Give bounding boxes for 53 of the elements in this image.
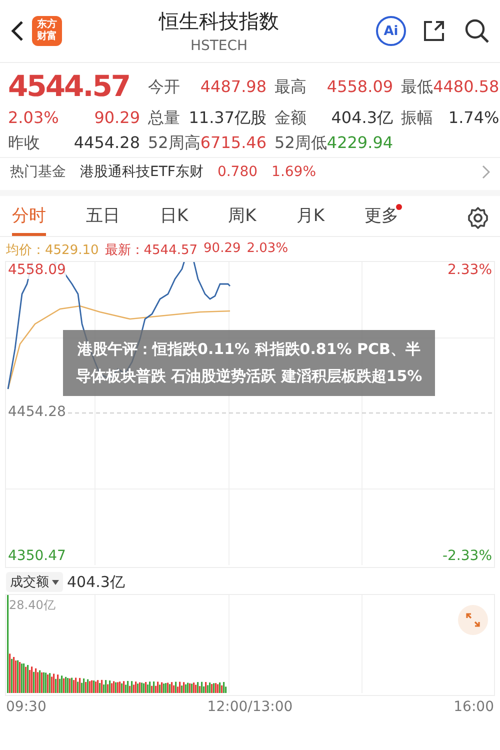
chart-tab[interactable]: 月K <box>296 200 324 236</box>
chart-tab[interactable]: 五日 <box>86 200 120 236</box>
change-percent: 2.03% <box>8 107 59 128</box>
stat-label: 金额 <box>274 107 307 128</box>
stat-label: 52周低 <box>274 132 327 153</box>
fund-label: 热门基金 <box>10 163 66 181</box>
chart-tab[interactable]: 周K <box>228 200 256 236</box>
stat-value: 1.74% <box>448 107 500 128</box>
stat-value: 4558.09 <box>326 76 394 96</box>
prev-close-label: 昨收 <box>8 132 40 153</box>
chart-tab[interactable]: 分时 <box>12 200 46 236</box>
stat-value: 404.3亿 <box>331 107 394 128</box>
index-code: HSTECH <box>190 38 248 54</box>
change-value: 90.29 <box>94 107 140 128</box>
settings-icon[interactable] <box>466 206 490 230</box>
back-icon[interactable] <box>10 20 24 42</box>
volume-selector[interactable]: 成交额 <box>6 572 63 592</box>
app-logo: 东方财富 <box>32 16 62 46</box>
stat-value: 4487.98 <box>200 76 267 96</box>
fund-name[interactable]: 港股通科技ETF东财 <box>80 163 204 181</box>
prev-close-value: 4454.28 <box>74 132 140 153</box>
index-title: 恒生科技指数 <box>159 8 279 35</box>
stat-value: 6715.46 <box>200 132 267 153</box>
search-icon[interactable] <box>464 18 490 44</box>
stat-label: 52周高 <box>148 132 200 153</box>
stat-label: 总量 <box>148 107 180 128</box>
average-price: 均价：4529.10 <box>6 242 99 259</box>
stat-value: 4480.58 <box>433 76 500 96</box>
stat-label: 振幅 <box>401 107 434 128</box>
axis-label: 28.40亿 <box>9 597 56 614</box>
latest-price: 最新：4544.57 <box>104 242 198 259</box>
time-label: 12:00/13:00 <box>207 698 293 716</box>
ai-button[interactable]: Ai <box>376 16 406 46</box>
stat-value: 4229.94 <box>326 132 394 153</box>
time-label: 09:30 <box>6 698 46 716</box>
chart-tab[interactable]: 日K <box>160 200 188 236</box>
headline-banner: 港股午评：恒指跌0.11% 科指跌0.81% PCB、半导体板块普跌 石油股逆势活跃 建滔积层板跌超15% <box>63 330 435 396</box>
expand-icon <box>466 613 480 627</box>
fund-change: 1.69% <box>272 164 316 180</box>
stat-value: 11.37亿股 <box>188 107 267 128</box>
current-price: 4544.57 <box>8 69 131 103</box>
expand-button[interactable] <box>458 605 488 635</box>
latest-change-percent: 2.03% <box>246 241 288 258</box>
stat-label: 最高 <box>274 76 307 96</box>
share-icon[interactable] <box>422 19 446 43</box>
volume-total: 404.3亿 <box>67 572 125 592</box>
stat-label: 今开 <box>148 76 180 96</box>
latest-change: 90.29 <box>204 241 241 258</box>
fund-price: 0.780 <box>217 164 258 180</box>
stat-label: 最低 <box>401 76 434 96</box>
caret-icon <box>52 580 59 584</box>
axis-label: 4558.09 <box>8 262 66 279</box>
time-label: 16:00 <box>454 698 494 716</box>
